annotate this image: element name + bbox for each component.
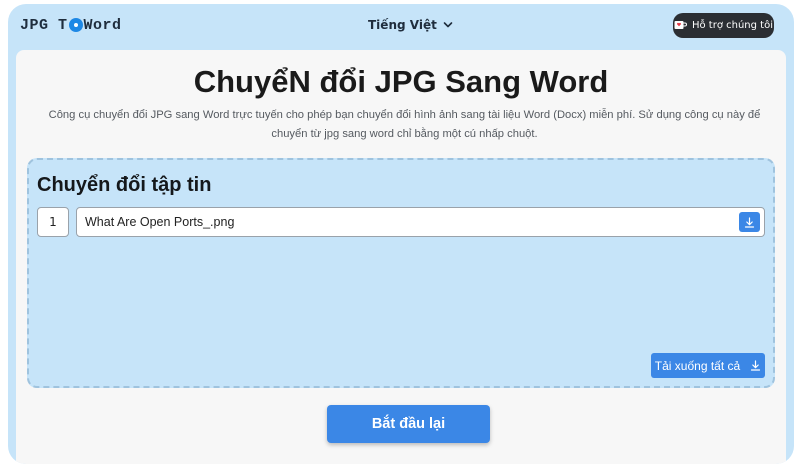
download-all-label: Tải xuống tất cả bbox=[654, 358, 741, 373]
download-all-button[interactable]: Tải xuống tất cả bbox=[651, 353, 765, 378]
download-icon bbox=[744, 216, 755, 228]
page-description: Công cụ chuyển đổi JPG sang Word trực tu… bbox=[48, 109, 761, 140]
restart-button[interactable]: Bắt đầu lại bbox=[327, 405, 490, 443]
page-frame: JPG T Word Tiếng Việt Hỗ trợ chúng tôi C… bbox=[8, 4, 794, 464]
support-us-button[interactable]: Hỗ trợ chúng tôi bbox=[673, 13, 774, 38]
download-icon bbox=[751, 360, 761, 371]
converter-panel[interactable]: Chuyển đổi tập tin 1 What Are Open Ports… bbox=[27, 158, 775, 388]
logo-o-icon bbox=[68, 18, 83, 32]
top-bar: JPG T Word Tiếng Việt Hỗ trợ chúng tôi bbox=[8, 4, 794, 48]
page-title: ChuyểN đổi JPG Sang Word bbox=[193, 64, 609, 99]
language-selector[interactable]: Tiếng Việt bbox=[368, 18, 453, 32]
logo-text-left: JPG T bbox=[20, 16, 68, 34]
main-card: ChuyểN đổi JPG Sang Word Công cụ chuyển … bbox=[16, 50, 786, 464]
logo[interactable]: JPG T Word bbox=[20, 16, 122, 34]
file-download-button[interactable] bbox=[739, 212, 760, 232]
file-index: 1 bbox=[37, 207, 69, 237]
file-row: What Are Open Ports_.png bbox=[76, 207, 765, 237]
language-label: Tiếng Việt bbox=[368, 18, 437, 32]
chevron-down-icon bbox=[443, 22, 453, 28]
file-name: What Are Open Ports_.png bbox=[85, 215, 235, 229]
logo-text-right: Word bbox=[83, 16, 122, 34]
coffee-cup-icon bbox=[674, 21, 687, 29]
support-us-label: Hỗ trợ chúng tôi bbox=[691, 20, 773, 31]
converter-title: Chuyển đổi tập tin bbox=[37, 174, 212, 196]
